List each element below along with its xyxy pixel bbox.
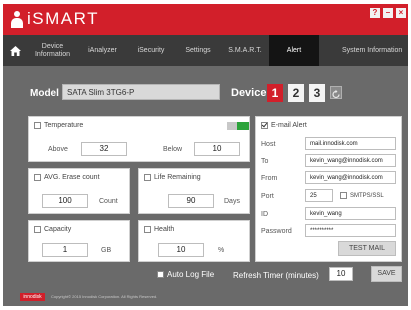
home-icon — [9, 45, 21, 56]
save-button[interactable]: SAVE — [371, 266, 402, 282]
device-1-button[interactable]: 1 — [267, 84, 283, 102]
model-label: Model — [30, 88, 59, 99]
port-label: Port — [261, 193, 274, 200]
celsius-toggle[interactable] — [227, 122, 237, 130]
help-button[interactable]: ? — [370, 8, 380, 18]
capacity-checkbox-row[interactable]: Capacity — [34, 226, 71, 233]
tab-ianalyzer[interactable]: iAnalyzer — [78, 35, 127, 66]
health-panel: Health 10 % — [138, 220, 250, 262]
device-label: Device — [231, 87, 267, 99]
window-controls: ? – × — [370, 8, 406, 18]
from-label: From — [261, 175, 278, 182]
tab-smart[interactable]: S.M.A.R.T. — [221, 35, 269, 66]
email-alert-checkbox[interactable] — [261, 122, 268, 129]
life-remaining-checkbox[interactable] — [144, 174, 151, 181]
test-mail-button[interactable]: TEST MAIL — [338, 241, 396, 256]
temperature-panel: Temperature Above 32 Below 10 — [28, 116, 250, 162]
to-input[interactable]: kevin_wang@innodisk.com — [305, 154, 396, 167]
port-input[interactable]: 25 — [305, 189, 333, 202]
tab-alert[interactable]: Alert — [269, 35, 319, 66]
temperature-checkbox[interactable] — [34, 122, 41, 129]
erase-count-input[interactable]: 100 — [42, 194, 88, 208]
below-input[interactable]: 10 — [194, 142, 240, 156]
erase-count-checkbox-row[interactable]: AVG. Erase count — [34, 174, 100, 181]
temperature-label: Temperature — [44, 122, 84, 129]
nav-bar: Device Information iAnalyzer iSecurity S… — [3, 35, 408, 66]
health-unit: % — [218, 247, 225, 254]
innodisk-logo: innodisk — [20, 293, 45, 301]
auto-log-label: Auto Log File — [167, 270, 215, 279]
life-remaining-checkbox-row[interactable]: Life Remaining — [144, 174, 201, 181]
tab-device-information[interactable]: Device Information — [27, 35, 78, 66]
tab-system-information[interactable]: System Information — [319, 35, 408, 66]
copyright-text: Copyright© 2015 Innodisk Corporation. Al… — [51, 294, 158, 299]
password-label: Password — [261, 228, 292, 235]
auto-log-checkbox[interactable] — [157, 271, 164, 278]
life-remaining-input[interactable]: 90 — [168, 194, 214, 208]
email-alert-checkbox-row[interactable]: E-mail Alert — [261, 122, 307, 129]
email-alert-label: E-mail Alert — [271, 122, 307, 129]
fahrenheit-toggle[interactable] — [237, 122, 249, 130]
capacity-unit: GB — [101, 247, 112, 254]
erase-count-label: AVG. Erase count — [44, 174, 100, 181]
auto-log-row[interactable]: Auto Log File — [157, 270, 214, 279]
smtps-checkbox[interactable] — [340, 192, 347, 199]
life-remaining-panel: Life Remaining 90 Days — [138, 168, 250, 214]
tab-isecurity[interactable]: iSecurity — [127, 35, 175, 66]
life-remaining-unit: Days — [224, 198, 240, 205]
above-label: Above — [48, 146, 68, 153]
bottom-controls: Auto Log File Refresh Timer (minutes) 10… — [3, 266, 408, 282]
minimize-button[interactable]: – — [383, 8, 393, 18]
erase-count-checkbox[interactable] — [34, 174, 41, 181]
host-label: Host — [261, 141, 276, 148]
refresh-icon[interactable] — [330, 86, 342, 99]
email-alert-panel: E-mail Alert Host mail.innodisk.com To k… — [255, 116, 402, 262]
tab-settings[interactable]: Settings — [175, 35, 221, 66]
app-name: iSMART — [27, 9, 99, 28]
from-input[interactable]: kevin_wang@innodisk.com — [305, 171, 396, 184]
erase-count-unit: Count — [99, 198, 118, 205]
refresh-timer-input[interactable]: 10 — [329, 267, 353, 281]
device-3-button[interactable]: 3 — [309, 84, 325, 102]
erase-count-panel: AVG. Erase count 100 Count — [28, 168, 130, 214]
capacity-checkbox[interactable] — [34, 226, 41, 233]
to-label: To — [261, 158, 269, 165]
id-input[interactable]: kevin_wang — [305, 207, 396, 220]
refresh-timer-label: Refresh Timer (minutes) — [233, 271, 319, 280]
app-window: iSMART ? – × Device Information iAnalyze… — [3, 4, 408, 306]
device-selection-row: Model SATA Slim 3TG6-P Device 1 2 3 — [3, 66, 408, 112]
password-input[interactable]: ********** — [305, 224, 396, 237]
device-2-button[interactable]: 2 — [288, 84, 304, 102]
health-label: Health — [154, 226, 175, 233]
person-icon — [11, 10, 23, 28]
temperature-unit-toggle[interactable] — [227, 122, 249, 130]
close-button[interactable]: × — [396, 8, 406, 18]
footer: innodisk Copyright© 2015 Innodisk Corpor… — [3, 288, 408, 306]
health-checkbox-row[interactable]: Health — [144, 226, 174, 233]
capacity-input[interactable]: 1 — [42, 243, 88, 257]
life-remaining-label: Life Remaining — [154, 174, 201, 181]
capacity-panel: Capacity 1 GB — [28, 220, 130, 262]
health-checkbox[interactable] — [144, 226, 151, 233]
smtps-label: SMTPS/SSL — [350, 192, 384, 199]
below-label: Below — [163, 146, 183, 153]
app-logo: iSMART — [11, 9, 99, 29]
smtps-checkbox-row[interactable]: SMTPS/SSL — [340, 192, 384, 199]
home-button[interactable] — [3, 35, 27, 66]
host-input[interactable]: mail.innodisk.com — [305, 137, 396, 150]
model-field: SATA Slim 3TG6-P — [62, 84, 220, 100]
capacity-label: Capacity — [44, 226, 72, 233]
health-input[interactable]: 10 — [158, 243, 204, 257]
temperature-checkbox-row[interactable]: Temperature — [34, 122, 83, 129]
id-label: ID — [261, 211, 268, 218]
above-input[interactable]: 32 — [81, 142, 127, 156]
title-bar: iSMART ? – × — [3, 4, 408, 35]
